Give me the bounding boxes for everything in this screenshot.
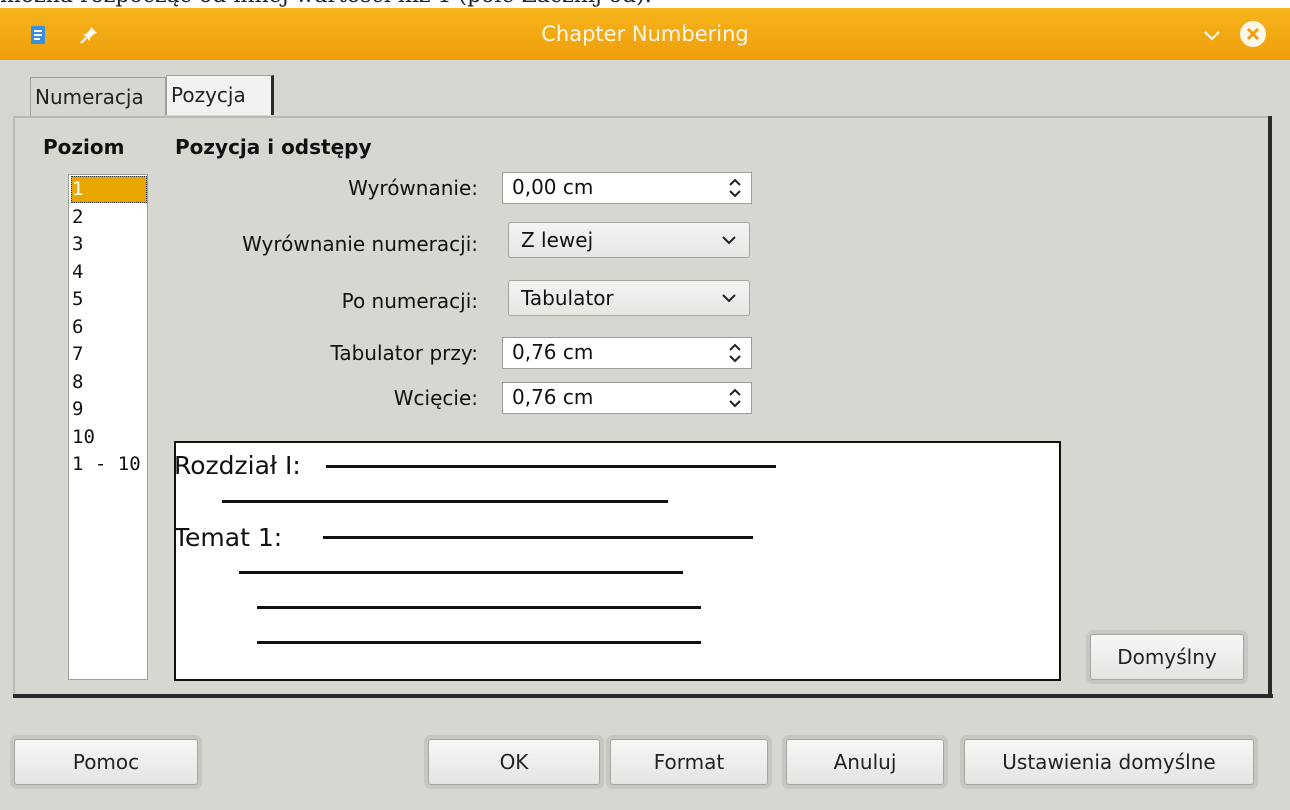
- tab-numeracja[interactable]: Numeracja: [30, 77, 166, 117]
- alignment-label: Wyrównanie:: [348, 176, 478, 200]
- after-numbering-label: Po numeracji:: [341, 289, 478, 313]
- tab-at-label: Tabulator przy:: [330, 341, 478, 365]
- reset-button[interactable]: Ustawienia domyślne: [964, 739, 1254, 785]
- preview-topic-label: Temat 1:: [174, 523, 283, 552]
- alignment-value: 0,00 cm: [512, 175, 594, 199]
- indent-spinbox[interactable]: 0,76 cm: [502, 382, 752, 414]
- chevron-down-icon: [722, 294, 736, 303]
- preview-line: [222, 500, 668, 503]
- preview-line: [326, 465, 776, 468]
- level-item[interactable]: 10: [71, 424, 147, 451]
- chevron-down-icon[interactable]: [1203, 27, 1221, 45]
- preview-line: [257, 641, 701, 644]
- default-button[interactable]: Domyślny: [1090, 634, 1244, 680]
- after-numbering-dropdown[interactable]: Tabulator: [508, 280, 750, 316]
- indent-value: 0,76 cm: [512, 385, 594, 409]
- spin-arrows-icon[interactable]: [727, 386, 743, 410]
- indent-label: Wcięcie:: [393, 386, 478, 410]
- window-title: Chapter Numbering: [541, 22, 749, 46]
- panel-border-right: [1268, 116, 1272, 698]
- panel-border-bottom: [13, 694, 1273, 698]
- after-numbering-value: Tabulator: [521, 286, 614, 310]
- level-item[interactable]: 4: [71, 259, 147, 286]
- format-button[interactable]: Format: [610, 739, 768, 785]
- chevron-down-icon: [722, 236, 736, 245]
- title-bar[interactable]: Chapter Numbering: [0, 8, 1290, 60]
- background-document-text: można rozpocząć od innej wartości niż 1 …: [0, 0, 1290, 8]
- numbering-alignment-value: Z lewej: [521, 228, 594, 252]
- tab-pozycja[interactable]: Pozycja: [166, 75, 274, 115]
- tab-at-spinbox[interactable]: 0,76 cm: [502, 337, 752, 369]
- tab-at-value: 0,76 cm: [512, 340, 594, 364]
- position-heading: Pozycja i odstępy: [175, 135, 372, 159]
- level-item[interactable]: 6: [71, 314, 147, 341]
- preview-chapter-label: Rozdział I:: [174, 451, 301, 480]
- preview-line: [239, 571, 683, 574]
- level-item[interactable]: 1 - 10: [71, 451, 147, 478]
- spin-arrows-icon[interactable]: [727, 341, 743, 365]
- cancel-button[interactable]: Anuluj: [786, 739, 944, 785]
- alignment-spinbox[interactable]: 0,00 cm: [502, 172, 752, 204]
- level-heading: Poziom: [43, 135, 125, 159]
- numbering-alignment-dropdown[interactable]: Z lewej: [508, 222, 750, 258]
- preview-line: [257, 606, 701, 609]
- level-item[interactable]: 2: [71, 204, 147, 231]
- ok-button[interactable]: OK: [428, 739, 600, 785]
- spin-arrows-icon[interactable]: [727, 176, 743, 200]
- help-button[interactable]: Pomoc: [14, 739, 198, 785]
- close-icon[interactable]: [1239, 20, 1267, 48]
- numbering-preview: Rozdział I: Temat 1:: [174, 441, 1061, 681]
- numbering-alignment-label: Wyrównanie numeracji:: [242, 232, 478, 256]
- preview-line: [323, 536, 753, 539]
